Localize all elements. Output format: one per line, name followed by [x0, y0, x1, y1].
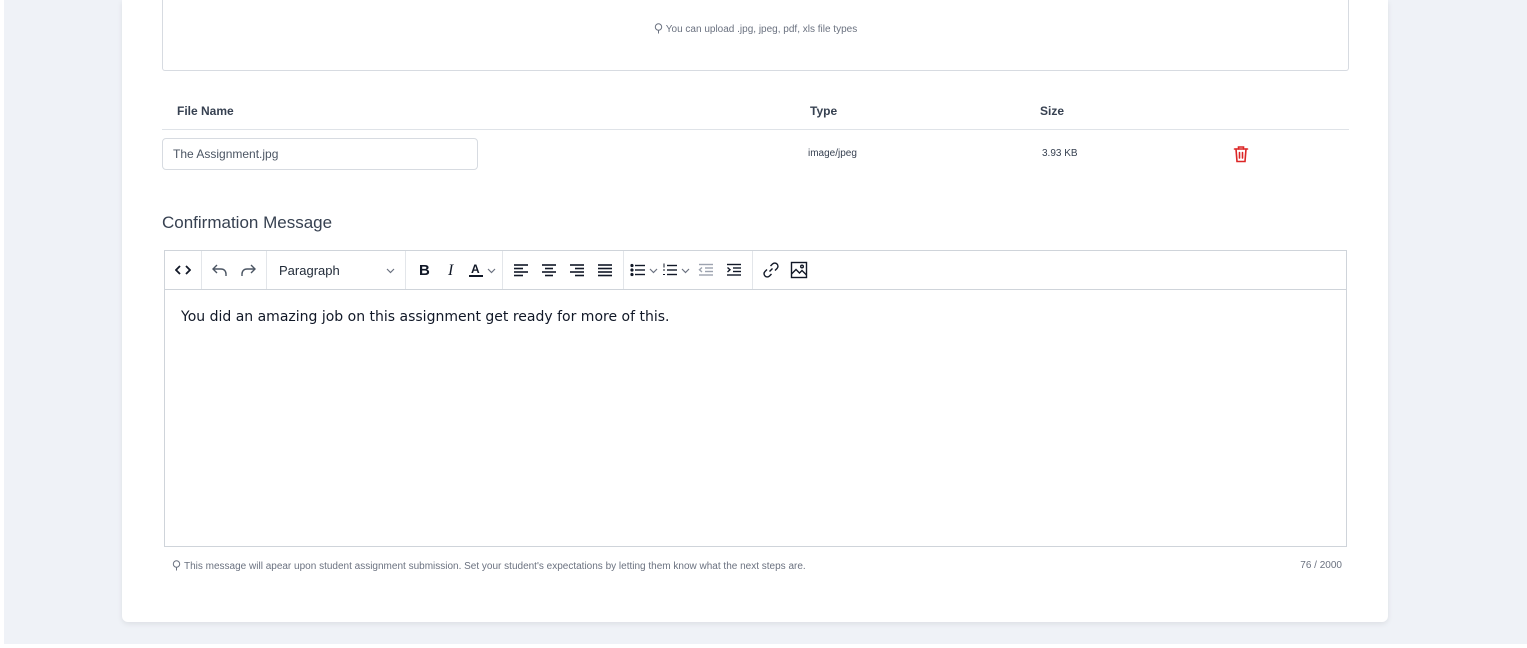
confirmation-hint: This message will apear upon student ass…	[172, 560, 806, 572]
svg-text:I: I	[447, 262, 454, 278]
block-format-dropdown[interactable]: Paragraph	[271, 256, 401, 284]
outdent-button[interactable]	[694, 256, 718, 284]
redo-button[interactable]	[236, 256, 260, 284]
file-dropzone[interactable]: You can upload .jpg, jpeg, pdf, xls file…	[162, 0, 1349, 71]
redo-icon	[241, 264, 256, 276]
file-size-cell: 3.93 KB	[1042, 148, 1078, 159]
toolbar-group-format: B I A	[406, 251, 503, 289]
page-edge-left	[0, 0, 4, 648]
column-header-size: Size	[1040, 104, 1065, 118]
text-color-button[interactable]: A	[468, 256, 496, 284]
chevron-down-icon	[681, 268, 690, 273]
toolbar-group-align	[503, 251, 624, 289]
indent-icon	[727, 263, 741, 276]
indent-button[interactable]	[722, 256, 746, 284]
align-center-icon	[542, 264, 556, 277]
align-right-button[interactable]	[565, 256, 589, 284]
editor-content[interactable]: You did an amazing job on this assignmen…	[165, 291, 1346, 546]
align-center-button[interactable]	[537, 256, 561, 284]
svg-text:A: A	[471, 262, 480, 276]
bold-button[interactable]: B	[412, 256, 436, 284]
trash-icon[interactable]	[1233, 145, 1249, 163]
lightbulb-icon	[654, 23, 662, 34]
lightbulb-icon	[172, 560, 181, 571]
page-edge-bottom	[0, 644, 1527, 648]
confirmation-hint-text: This message will apear upon student ass…	[184, 561, 806, 572]
align-left-icon	[514, 264, 528, 277]
block-format-value: Paragraph	[279, 262, 340, 278]
numbered-list-button[interactable]	[662, 256, 690, 284]
confirmation-message-title: Confirmation Message	[162, 213, 333, 232]
toolbar-group-history	[202, 251, 267, 289]
upload-hint: You can upload .jpg, jpeg, pdf, xls file…	[163, 23, 1348, 35]
chevron-down-icon	[386, 268, 395, 273]
outdent-icon	[698, 263, 713, 276]
chevron-down-icon	[649, 268, 658, 273]
insert-link-button[interactable]	[759, 256, 783, 284]
align-left-button[interactable]	[509, 256, 533, 284]
text-color-icon: A	[469, 262, 483, 277]
table-row: image/jpeg 3.93 KB	[162, 138, 1349, 170]
code-icon	[175, 265, 191, 275]
italic-button[interactable]: I	[440, 256, 464, 284]
italic-icon: I	[447, 262, 454, 278]
image-icon	[790, 261, 808, 279]
insert-image-button[interactable]	[787, 256, 811, 284]
character-counter: 76 / 2000	[1300, 560, 1342, 571]
upload-hint-text: You can upload .jpg, jpeg, pdf, xls file…	[665, 24, 858, 35]
files-table-header: File Name Type Size	[162, 100, 1349, 130]
chevron-down-icon	[487, 268, 496, 273]
align-justify-button[interactable]	[593, 256, 617, 284]
source-code-button[interactable]	[171, 256, 195, 284]
assignment-card: You can upload .jpg, jpeg, pdf, xls file…	[122, 0, 1388, 622]
bold-icon: B	[419, 262, 430, 278]
align-right-icon	[570, 264, 584, 277]
toolbar-group-lists	[624, 251, 753, 289]
file-name-input[interactable]	[162, 138, 478, 170]
bullet-list-button[interactable]	[630, 256, 658, 284]
toolbar-group-insert	[753, 251, 817, 289]
editor-toolbar: Paragraph B I A	[165, 251, 1346, 290]
undo-icon	[212, 264, 227, 276]
column-header-file-name: File Name	[177, 104, 234, 118]
toolbar-group-block: Paragraph	[267, 251, 406, 289]
toolbar-group-source	[165, 251, 202, 289]
column-header-type: Type	[810, 104, 838, 118]
file-type-cell: image/jpeg	[808, 148, 857, 159]
align-justify-icon	[598, 264, 612, 277]
bullet-list-icon	[630, 263, 645, 277]
svg-text:B: B	[419, 262, 430, 278]
link-icon	[763, 262, 779, 278]
undo-button[interactable]	[208, 256, 232, 284]
numbered-list-icon	[663, 263, 677, 276]
rich-text-editor: Paragraph B I A You did an amazing job o…	[164, 250, 1347, 547]
